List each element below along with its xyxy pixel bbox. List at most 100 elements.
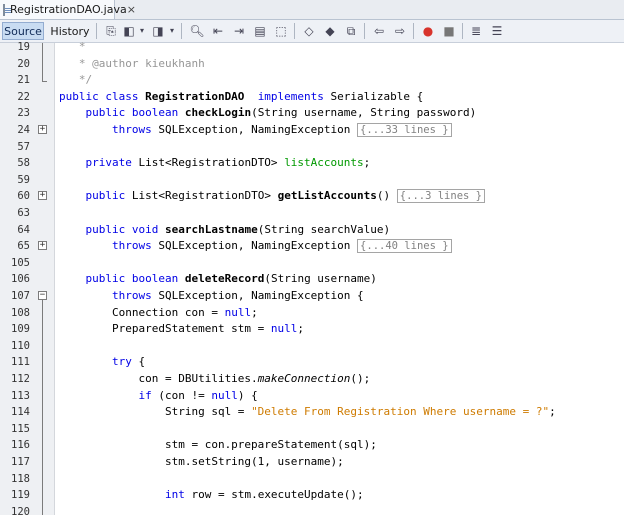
- uncomment-icon[interactable]: ☰: [489, 23, 505, 39]
- code-line[interactable]: 113 if (con != null) {: [0, 388, 624, 405]
- back-dropdown-icon[interactable]: ▾: [138, 23, 146, 39]
- code-token: implements: [257, 89, 324, 103]
- code-token: (String searchValue): [257, 222, 391, 236]
- line-number: 112: [11, 373, 30, 385]
- tab-label: RegistrationDAO.java: [10, 3, 127, 16]
- code-line[interactable]: 63: [0, 205, 624, 222]
- toggle-highlight-icon[interactable]: ▤: [252, 23, 268, 39]
- find-previous-icon[interactable]: ⇤: [210, 23, 226, 39]
- code-token: null: [270, 322, 298, 336]
- folded-code-block[interactable]: {...40 lines }: [357, 239, 452, 254]
- shift-left-icon[interactable]: ⇦: [371, 23, 387, 39]
- code-token: (String username, String password): [251, 106, 477, 120]
- code-line[interactable]: 116 stm = con.prepareStatement(sql);: [0, 437, 624, 454]
- code-line[interactable]: 108 Connection con = null;: [0, 305, 624, 322]
- expand-fold-icon[interactable]: +: [38, 191, 47, 201]
- code-token: (String username): [264, 272, 377, 286]
- toggle-rect-selection-icon[interactable]: ⬚: [273, 23, 289, 39]
- expand-fold-icon[interactable]: +: [38, 125, 47, 134]
- code-token: List<RegistrationDTO>: [131, 156, 285, 170]
- back-icon[interactable]: ◧: [121, 23, 137, 39]
- line-number: 115: [11, 422, 30, 435]
- code-line[interactable]: 106 public boolean deleteRecord(String u…: [0, 271, 624, 288]
- code-line[interactable]: 58 private List<RegistrationDTO> listAcc…: [0, 155, 624, 172]
- code-line[interactable]: 20 * @author kieukhanh: [0, 56, 624, 73]
- tab-registrationdao[interactable]: RegistrationDAO.java ×: [0, 0, 136, 19]
- collapse-fold-icon[interactable]: −: [38, 291, 47, 300]
- line-number: 105: [11, 256, 30, 269]
- previous-bookmark-icon[interactable]: ◇: [301, 23, 317, 39]
- line-number: 58: [17, 157, 30, 170]
- code-token: stm = con.prepareStatement(sql);: [59, 438, 377, 452]
- code-line[interactable]: 65 + throws SQLException, NamingException…: [0, 238, 624, 255]
- line-number: 114: [11, 406, 30, 419]
- code-token: int: [164, 488, 185, 502]
- code-token: ;: [549, 405, 556, 419]
- code-line[interactable]: 19 *: [0, 39, 624, 56]
- line-number: 110: [11, 339, 30, 352]
- folded-code-block[interactable]: {...33 lines }: [357, 123, 452, 137]
- code-line[interactable]: 21 */: [0, 72, 624, 89]
- code-line[interactable]: 110: [0, 338, 624, 355]
- code-line[interactable]: 109 PreparedStatement stm = null;: [0, 321, 624, 338]
- code-line[interactable]: 115: [0, 421, 624, 438]
- code-token: makeConnection: [257, 372, 351, 385]
- code-line[interactable]: 119 int row = stm.executeUpdate();: [0, 487, 624, 504]
- code-token: */: [59, 73, 93, 87]
- toolbar-separator: [413, 23, 414, 39]
- code-token: SQLException, NamingException: [151, 239, 358, 253]
- line-number: 118: [11, 472, 30, 485]
- history-button[interactable]: History: [49, 22, 91, 40]
- comment-icon[interactable]: ≣: [468, 23, 484, 39]
- close-tab-icon[interactable]: ×: [127, 3, 136, 16]
- code-text: PreparedStatement stm = null;: [59, 321, 304, 338]
- code-editor[interactable]: 19 * 20 * @author kieukhanh 21 */22 public …: [0, 40, 624, 518]
- expand-fold-icon[interactable]: +: [38, 241, 47, 251]
- line-number: 107: [11, 290, 30, 302]
- start-macro-recording-icon[interactable]: ●: [420, 23, 436, 39]
- shift-right-icon[interactable]: ⇨: [392, 23, 408, 39]
- find-icon[interactable]: 🔍︎: [189, 23, 205, 39]
- code-text: String sql = "Delete From Registration W…: [59, 404, 556, 421]
- stop-macro-recording-icon[interactable]: ■: [441, 23, 457, 39]
- code-token: (con !=: [151, 388, 212, 402]
- code-token: public boolean: [85, 272, 185, 286]
- code-line[interactable]: 107− throws SQLException, NamingExceptio…: [0, 288, 624, 305]
- line-number: 21: [17, 74, 30, 87]
- code-line[interactable]: 111 try {: [0, 354, 624, 371]
- code-token: "Delete From Registration Where username…: [251, 405, 550, 419]
- code-line[interactable]: 23 public boolean checkLogin(String user…: [0, 105, 624, 122]
- forward-dropdown-icon[interactable]: ▾: [168, 23, 176, 39]
- code-line[interactable]: 117 stm.setString(1, username);: [0, 454, 624, 471]
- code-line[interactable]: 118: [0, 471, 624, 488]
- code-line[interactable]: 114 String sql = "Delete From Registrati…: [0, 404, 624, 421]
- code-token: throws: [111, 239, 152, 253]
- code-line[interactable]: 64 public void searchLastname(String sea…: [0, 222, 624, 239]
- code-line[interactable]: 24 + throws SQLException, NamingException…: [0, 122, 624, 139]
- line-number: 65: [17, 240, 30, 253]
- code-line[interactable]: 112 con = DBUtilities.makeConnection();: [0, 371, 624, 388]
- code-text: public List<RegistrationDTO> getListAcco…: [59, 188, 485, 205]
- last-edit-icon[interactable]: ⎘: [103, 23, 119, 39]
- source-button[interactable]: Source: [2, 22, 44, 40]
- next-bookmark-icon[interactable]: ◆: [322, 23, 338, 39]
- code-text: throws SQLException, NamingException {..…: [59, 238, 452, 255]
- line-number: 59: [17, 173, 30, 186]
- code-text: throws SQLException, NamingException {..…: [59, 122, 452, 139]
- code-text: Connection con = null;: [59, 305, 258, 322]
- line-number: 108: [11, 306, 30, 319]
- toggle-bookmark-icon[interactable]: ⧉: [343, 23, 359, 39]
- code-token: checkLogin: [184, 106, 252, 120]
- find-next-icon[interactable]: ⇥: [231, 23, 247, 39]
- code-line[interactable]: 105: [0, 255, 624, 272]
- code-line[interactable]: 57: [0, 139, 624, 156]
- code-line[interactable]: 22 public class RegistrationDAO implement…: [0, 89, 624, 106]
- code-line[interactable]: 120: [0, 504, 624, 520]
- folded-code-block[interactable]: {...3 lines }: [396, 189, 485, 204]
- code-line[interactable]: 60 + public List<RegistrationDTO> getList…: [0, 188, 624, 205]
- forward-icon[interactable]: ◨: [150, 23, 166, 39]
- code-text: int row = stm.executeUpdate();: [59, 487, 364, 504]
- code-line[interactable]: 59: [0, 172, 624, 189]
